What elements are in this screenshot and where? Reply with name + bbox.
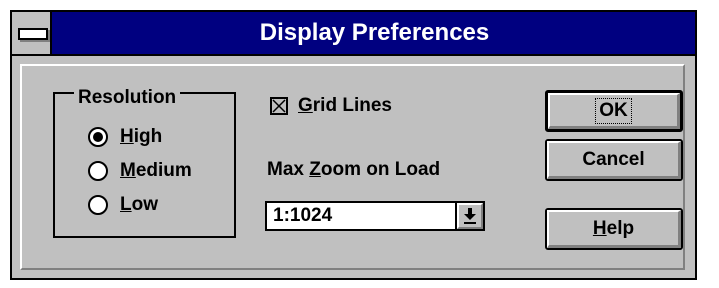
- grid-lines-checkbox[interactable]: Grid Lines: [270, 93, 392, 119]
- radio-medium-rest: edium: [135, 160, 192, 181]
- radio-high[interactable]: High: [88, 124, 162, 150]
- max-zoom-mnemonic: Z: [309, 159, 321, 180]
- radio-medium-label[interactable]: Medium: [120, 160, 192, 182]
- max-zoom-dropdown-button[interactable]: [455, 203, 483, 229]
- grid-lines-mnemonic: G: [298, 95, 313, 116]
- radio-high-rest: igh: [133, 126, 163, 147]
- max-zoom-select[interactable]: 1:1024: [265, 201, 485, 231]
- system-menu-icon: [18, 28, 48, 40]
- grid-lines-label[interactable]: Grid Lines: [298, 95, 392, 117]
- max-zoom-value: 1:1024: [273, 205, 333, 226]
- radio-medium-mnemonic: M: [120, 160, 136, 181]
- cancel-button-face: Cancel: [547, 141, 681, 179]
- grid-lines-rest: rid Lines: [312, 95, 392, 116]
- resolution-group-label: Resolution: [74, 88, 181, 108]
- radio-low[interactable]: Low: [88, 192, 158, 218]
- max-zoom-label: Max Zoom on Load: [267, 158, 440, 182]
- radio-high-indicator[interactable]: [88, 127, 108, 147]
- ok-button-face: OK: [548, 93, 680, 129]
- help-button-face: Help: [547, 210, 681, 248]
- cancel-button[interactable]: Cancel: [545, 139, 683, 181]
- title-bar[interactable]: Display Preferences: [12, 12, 695, 56]
- dropdown-arrow-icon: [464, 208, 476, 224]
- help-mnemonic: H: [592, 217, 607, 239]
- radio-low-mnemonic: L: [120, 194, 132, 215]
- radio-medium[interactable]: Medium: [88, 158, 192, 184]
- radio-medium-indicator[interactable]: [88, 161, 108, 181]
- cancel-button-label: Cancel: [582, 148, 645, 170]
- ok-button-label: OK: [595, 97, 632, 124]
- checkbox-x-icon: [272, 99, 286, 113]
- radio-low-rest: ow: [131, 194, 158, 215]
- ok-button[interactable]: OK: [545, 90, 683, 132]
- window-title: Display Preferences: [259, 19, 490, 46]
- radio-high-label[interactable]: High: [120, 126, 162, 148]
- radio-high-mnemonic: H: [120, 126, 134, 147]
- system-menu-button[interactable]: [12, 12, 52, 54]
- radio-low-indicator[interactable]: [88, 195, 108, 215]
- grid-lines-checkbox-box[interactable]: [270, 97, 288, 115]
- help-button[interactable]: Help: [545, 208, 683, 250]
- help-rest: elp: [606, 217, 635, 239]
- help-button-label: Help: [593, 218, 634, 240]
- radio-low-label[interactable]: Low: [120, 194, 158, 216]
- max-zoom-prefix: Max: [267, 159, 310, 180]
- max-zoom-rest: oom on Load: [320, 159, 441, 180]
